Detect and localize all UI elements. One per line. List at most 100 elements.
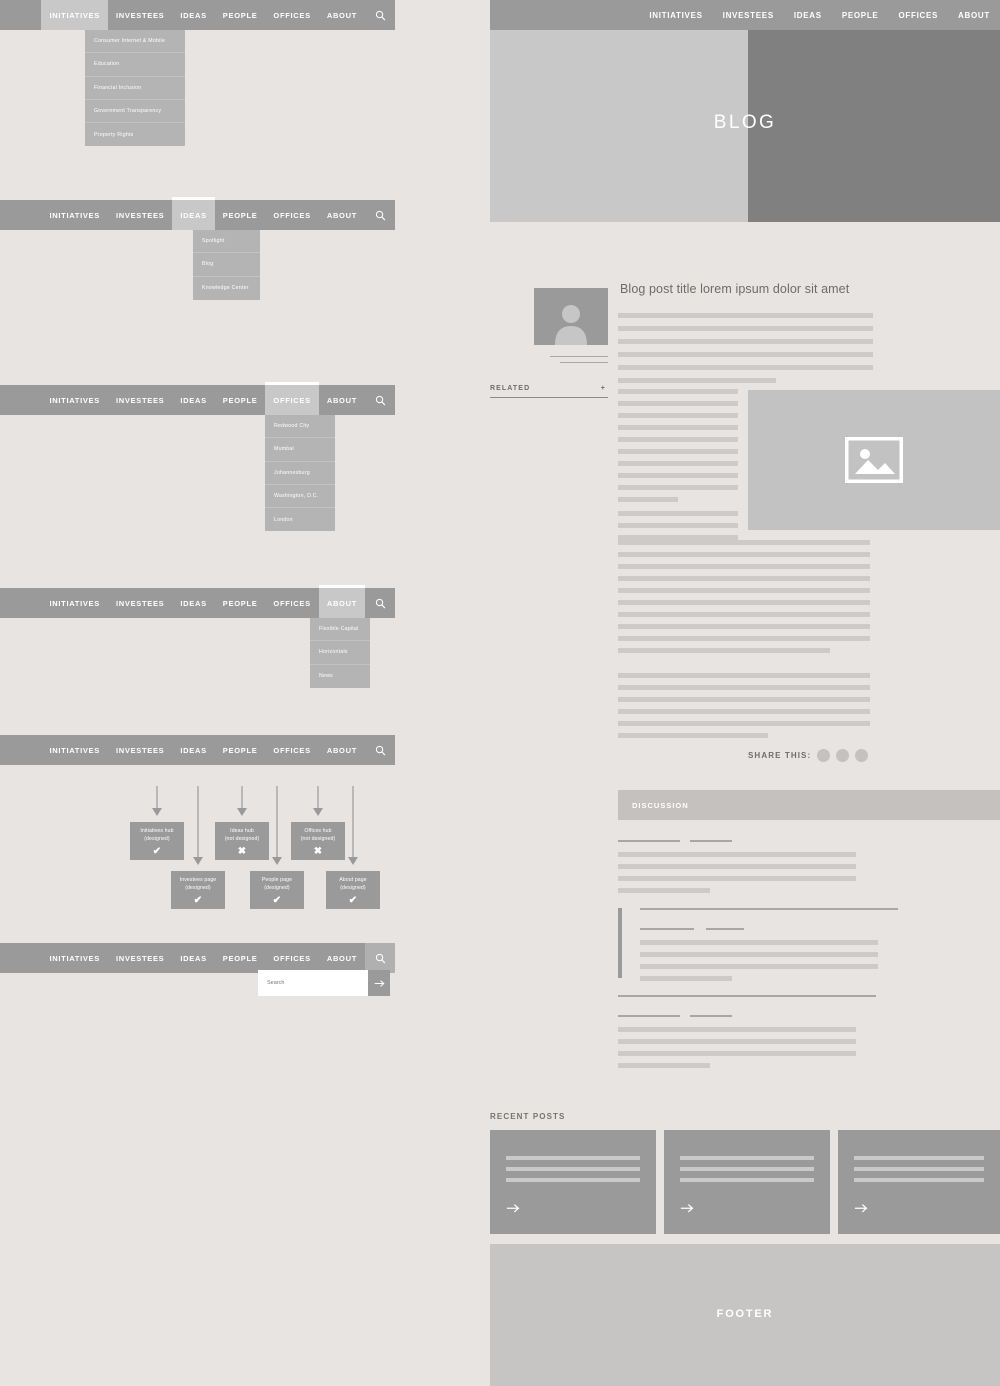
nav-item-offices-search[interactable]: OFFICES: [265, 943, 318, 973]
flow-box-4: People page (designed) ✔: [250, 871, 304, 909]
nav-item-offices-ideas[interactable]: OFFICES: [265, 200, 318, 230]
dropdown-item-ideas-2[interactable]: Knowledge Center: [193, 277, 260, 300]
nav-item-about-search[interactable]: ABOUT: [319, 943, 365, 973]
dropdown-item-initiatives-2[interactable]: Financial Inclusion: [85, 77, 185, 100]
nav-item-about-ideas[interactable]: ABOUT: [319, 200, 365, 230]
dropdown-item-initiatives-1[interactable]: Education: [85, 53, 185, 77]
blog-nav-item-initiatives[interactable]: INITIATIVES: [639, 0, 712, 30]
dropdown-item-offices-0[interactable]: Redwood City: [265, 415, 335, 439]
nav-item-initiatives-ideas[interactable]: INITIATIVES: [41, 200, 107, 230]
blog-nav-items: INITIATIVES INVESTEES IDEAS PEOPLE OFFICES AB…: [639, 0, 1000, 30]
search-icon-offices[interactable]: [365, 385, 395, 415]
dropdown-item-initiatives-0[interactable]: Consumer Internet & Mobile: [85, 30, 185, 54]
recent-post-card-1[interactable]: [664, 1130, 830, 1234]
share-row: SHARE THIS:: [748, 749, 888, 762]
blog-nav-item-ideas[interactable]: IDEAS: [784, 0, 832, 30]
nav-item-investees-search[interactable]: INVESTEES: [108, 943, 172, 973]
search-icon-initiatives[interactable]: [365, 0, 395, 30]
card-arrow-icon-1[interactable]: [680, 1200, 694, 1212]
related-expand-icon[interactable]: +: [601, 385, 606, 392]
nav-item-people-offices[interactable]: PEOPLE: [215, 385, 266, 415]
blog-nav-item-people[interactable]: PEOPLE: [832, 0, 889, 30]
dropdown-item-initiatives-4[interactable]: Property Rights: [85, 123, 185, 146]
dropdown-item-offices-3[interactable]: Washington, D.C.: [265, 485, 335, 509]
card-line-1-1: [680, 1167, 814, 1171]
reply-date: [706, 928, 744, 930]
search-icon-ideas[interactable]: [365, 200, 395, 230]
nav-item-investees-ideas[interactable]: INVESTEES: [108, 200, 172, 230]
flow-box-5: About page (designed) ✔: [326, 871, 380, 909]
nav-item-about-initiatives[interactable]: ABOUT: [319, 0, 365, 30]
nav-item-offices-sitemap[interactable]: OFFICES: [265, 735, 318, 765]
nav-item-ideas-search[interactable]: IDEAS: [172, 943, 214, 973]
nav-item-about-sitemap[interactable]: ABOUT: [319, 735, 365, 765]
nav-item-initiatives-about[interactable]: INITIATIVES: [41, 588, 107, 618]
post-image-placeholder: [748, 390, 1000, 530]
nav-item-about-about[interactable]: ABOUT: [318, 585, 366, 618]
nav-item-ideas-initiatives[interactable]: IDEAS: [172, 0, 214, 30]
nav-item-people-search[interactable]: PEOPLE: [215, 943, 266, 973]
body-line-11: [618, 685, 870, 690]
card-line-2-2: [854, 1178, 984, 1182]
dropdown-item-offices-1[interactable]: Mumbai: [265, 438, 335, 462]
card-arrow-icon-2[interactable]: [854, 1200, 868, 1212]
nav-item-ideas-offices[interactable]: IDEAS: [172, 385, 214, 415]
dropdown-item-ideas-0[interactable]: Spotlight: [193, 230, 260, 254]
nav-item-people-ideas[interactable]: PEOPLE: [215, 200, 266, 230]
share-label: SHARE THIS:: [748, 751, 812, 760]
nav-item-investees-initiatives[interactable]: INVESTEES: [108, 0, 172, 30]
dropdown-item-ideas-1[interactable]: Blog: [193, 253, 260, 277]
nav-item-ideas-sitemap[interactable]: IDEAS: [172, 735, 214, 765]
share-icon-1[interactable]: [817, 749, 831, 762]
search-icon-search[interactable]: [365, 943, 395, 973]
search-icon-sitemap[interactable]: [365, 735, 395, 765]
nav-item-people-sitemap[interactable]: PEOPLE: [215, 735, 266, 765]
nav-item-investees-offices[interactable]: INVESTEES: [108, 385, 172, 415]
blog-nav-item-investees[interactable]: INVESTEES: [713, 0, 784, 30]
nav-item-initiatives-initiatives[interactable]: INITIATIVES: [41, 0, 108, 30]
nav-item-offices-about[interactable]: OFFICES: [265, 588, 318, 618]
blog-page-mockup: INITIATIVES INVESTEES IDEAS PEOPLE OFFICES AB…: [490, 0, 1000, 1386]
nav-item-offices-offices[interactable]: OFFICES: [265, 382, 320, 415]
blog-post-title: Blog post title lorem ipsum dolor sit am…: [620, 282, 850, 296]
dropdown-item-about-1[interactable]: Horizontals: [310, 641, 370, 665]
dropdown-item-initiatives-3[interactable]: Government Transparency: [85, 100, 185, 124]
nav-item-investees-about[interactable]: INVESTEES: [108, 588, 172, 618]
recent-post-card-0[interactable]: [490, 1130, 656, 1234]
flow-box-status: (not designed): [224, 836, 260, 842]
dropdown-item-about-2[interactable]: News: [310, 665, 370, 688]
nav-item-people-initiatives[interactable]: PEOPLE: [215, 0, 266, 30]
share-icon-3[interactable]: [855, 749, 869, 762]
nav-item-offices-initiatives[interactable]: OFFICES: [265, 0, 318, 30]
left-col-line-11: [618, 523, 738, 528]
dropdown-item-offices-4[interactable]: London: [265, 508, 335, 531]
left-col-line-2: [618, 413, 738, 418]
nav-item-initiatives-sitemap[interactable]: INITIATIVES: [41, 735, 107, 765]
body-line-5: [618, 600, 870, 605]
nav-item-ideas-about[interactable]: IDEAS: [172, 588, 214, 618]
card-arrow-icon-0[interactable]: [506, 1200, 520, 1212]
reply-top-rule: [640, 908, 898, 910]
blog-nav-item-offices[interactable]: OFFICES: [888, 0, 948, 30]
nav-item-ideas-ideas[interactable]: IDEAS: [172, 197, 216, 230]
search-input[interactable]: [258, 970, 368, 996]
comment-date-1: [690, 840, 732, 842]
comment-author-1: [618, 840, 680, 842]
card-line-0-1: [506, 1167, 640, 1171]
dropdown-item-about-0[interactable]: Flexible Capital: [310, 618, 370, 642]
share-icon-2[interactable]: [836, 749, 850, 762]
dropdown-item-offices-2[interactable]: Johannesburg: [265, 462, 335, 485]
related-block-header[interactable]: RELATED +: [490, 385, 608, 392]
nav-item-initiatives-search[interactable]: INITIATIVES: [41, 943, 107, 973]
search-icon-about[interactable]: [365, 588, 395, 618]
nav-item-about-offices[interactable]: ABOUT: [319, 385, 365, 415]
nav-item-initiatives-offices[interactable]: INITIATIVES: [41, 385, 107, 415]
dropdown-about: Flexible Capital Horizontals News: [310, 618, 370, 688]
reply-author: [640, 928, 694, 930]
nav-item-people-about[interactable]: PEOPLE: [215, 588, 266, 618]
nav-item-investees-sitemap[interactable]: INVESTEES: [108, 735, 172, 765]
recent-post-card-2[interactable]: [838, 1130, 1000, 1234]
blog-nav-item-about[interactable]: ABOUT: [948, 0, 1000, 30]
flow-box-title: People page: [261, 876, 293, 883]
search-submit-button[interactable]: [368, 970, 390, 996]
